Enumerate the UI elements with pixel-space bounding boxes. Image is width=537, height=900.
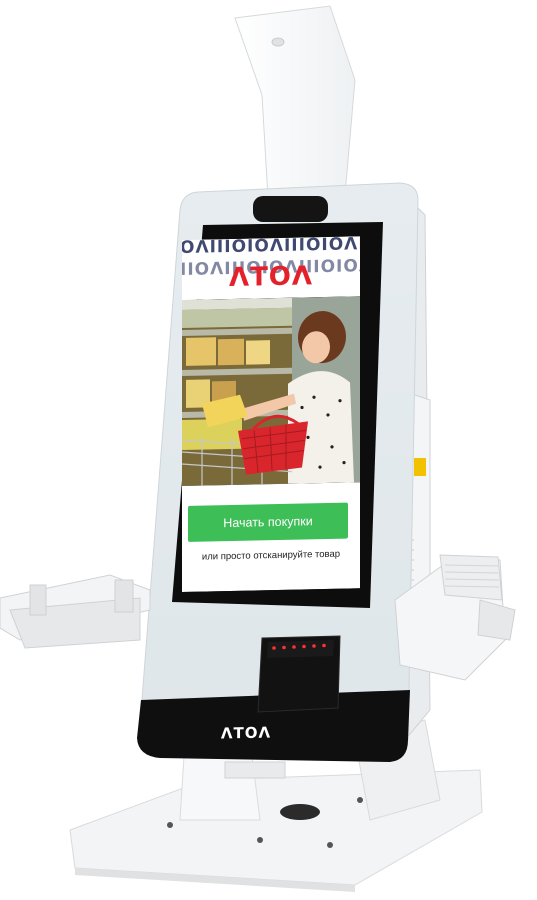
brand-pattern-row: OΛIIIOIOΛIIIOIOΛIII — [182, 236, 360, 259]
left-bag-hook — [0, 574, 151, 649]
bezel-logo: ΛΤΟΛ — [220, 723, 272, 743]
brand-band: OΛIIIOIOΛIIIOIOΛIII IIOΛIIIOIOΛIIIOIOΛ Λ… — [182, 236, 360, 300]
brand-logo: ΛΤΟΛ — [228, 261, 314, 294]
cta-area: Начать покупки или просто отсканируйте т… — [182, 482, 360, 592]
camera-notch — [253, 196, 328, 222]
promo-photo — [182, 296, 360, 486]
start-shopping-button[interactable]: Начать покупки — [188, 502, 348, 542]
promo-photo-image — [182, 296, 360, 486]
camera-arm — [234, 5, 356, 199]
scan-hint-text: или просто отсканируйте товар — [201, 548, 341, 563]
kiosk-screen: OΛIIIOIOΛIIIOIOΛIII IIOΛIIIOIOΛIIIOIOΛ Λ… — [182, 236, 360, 592]
